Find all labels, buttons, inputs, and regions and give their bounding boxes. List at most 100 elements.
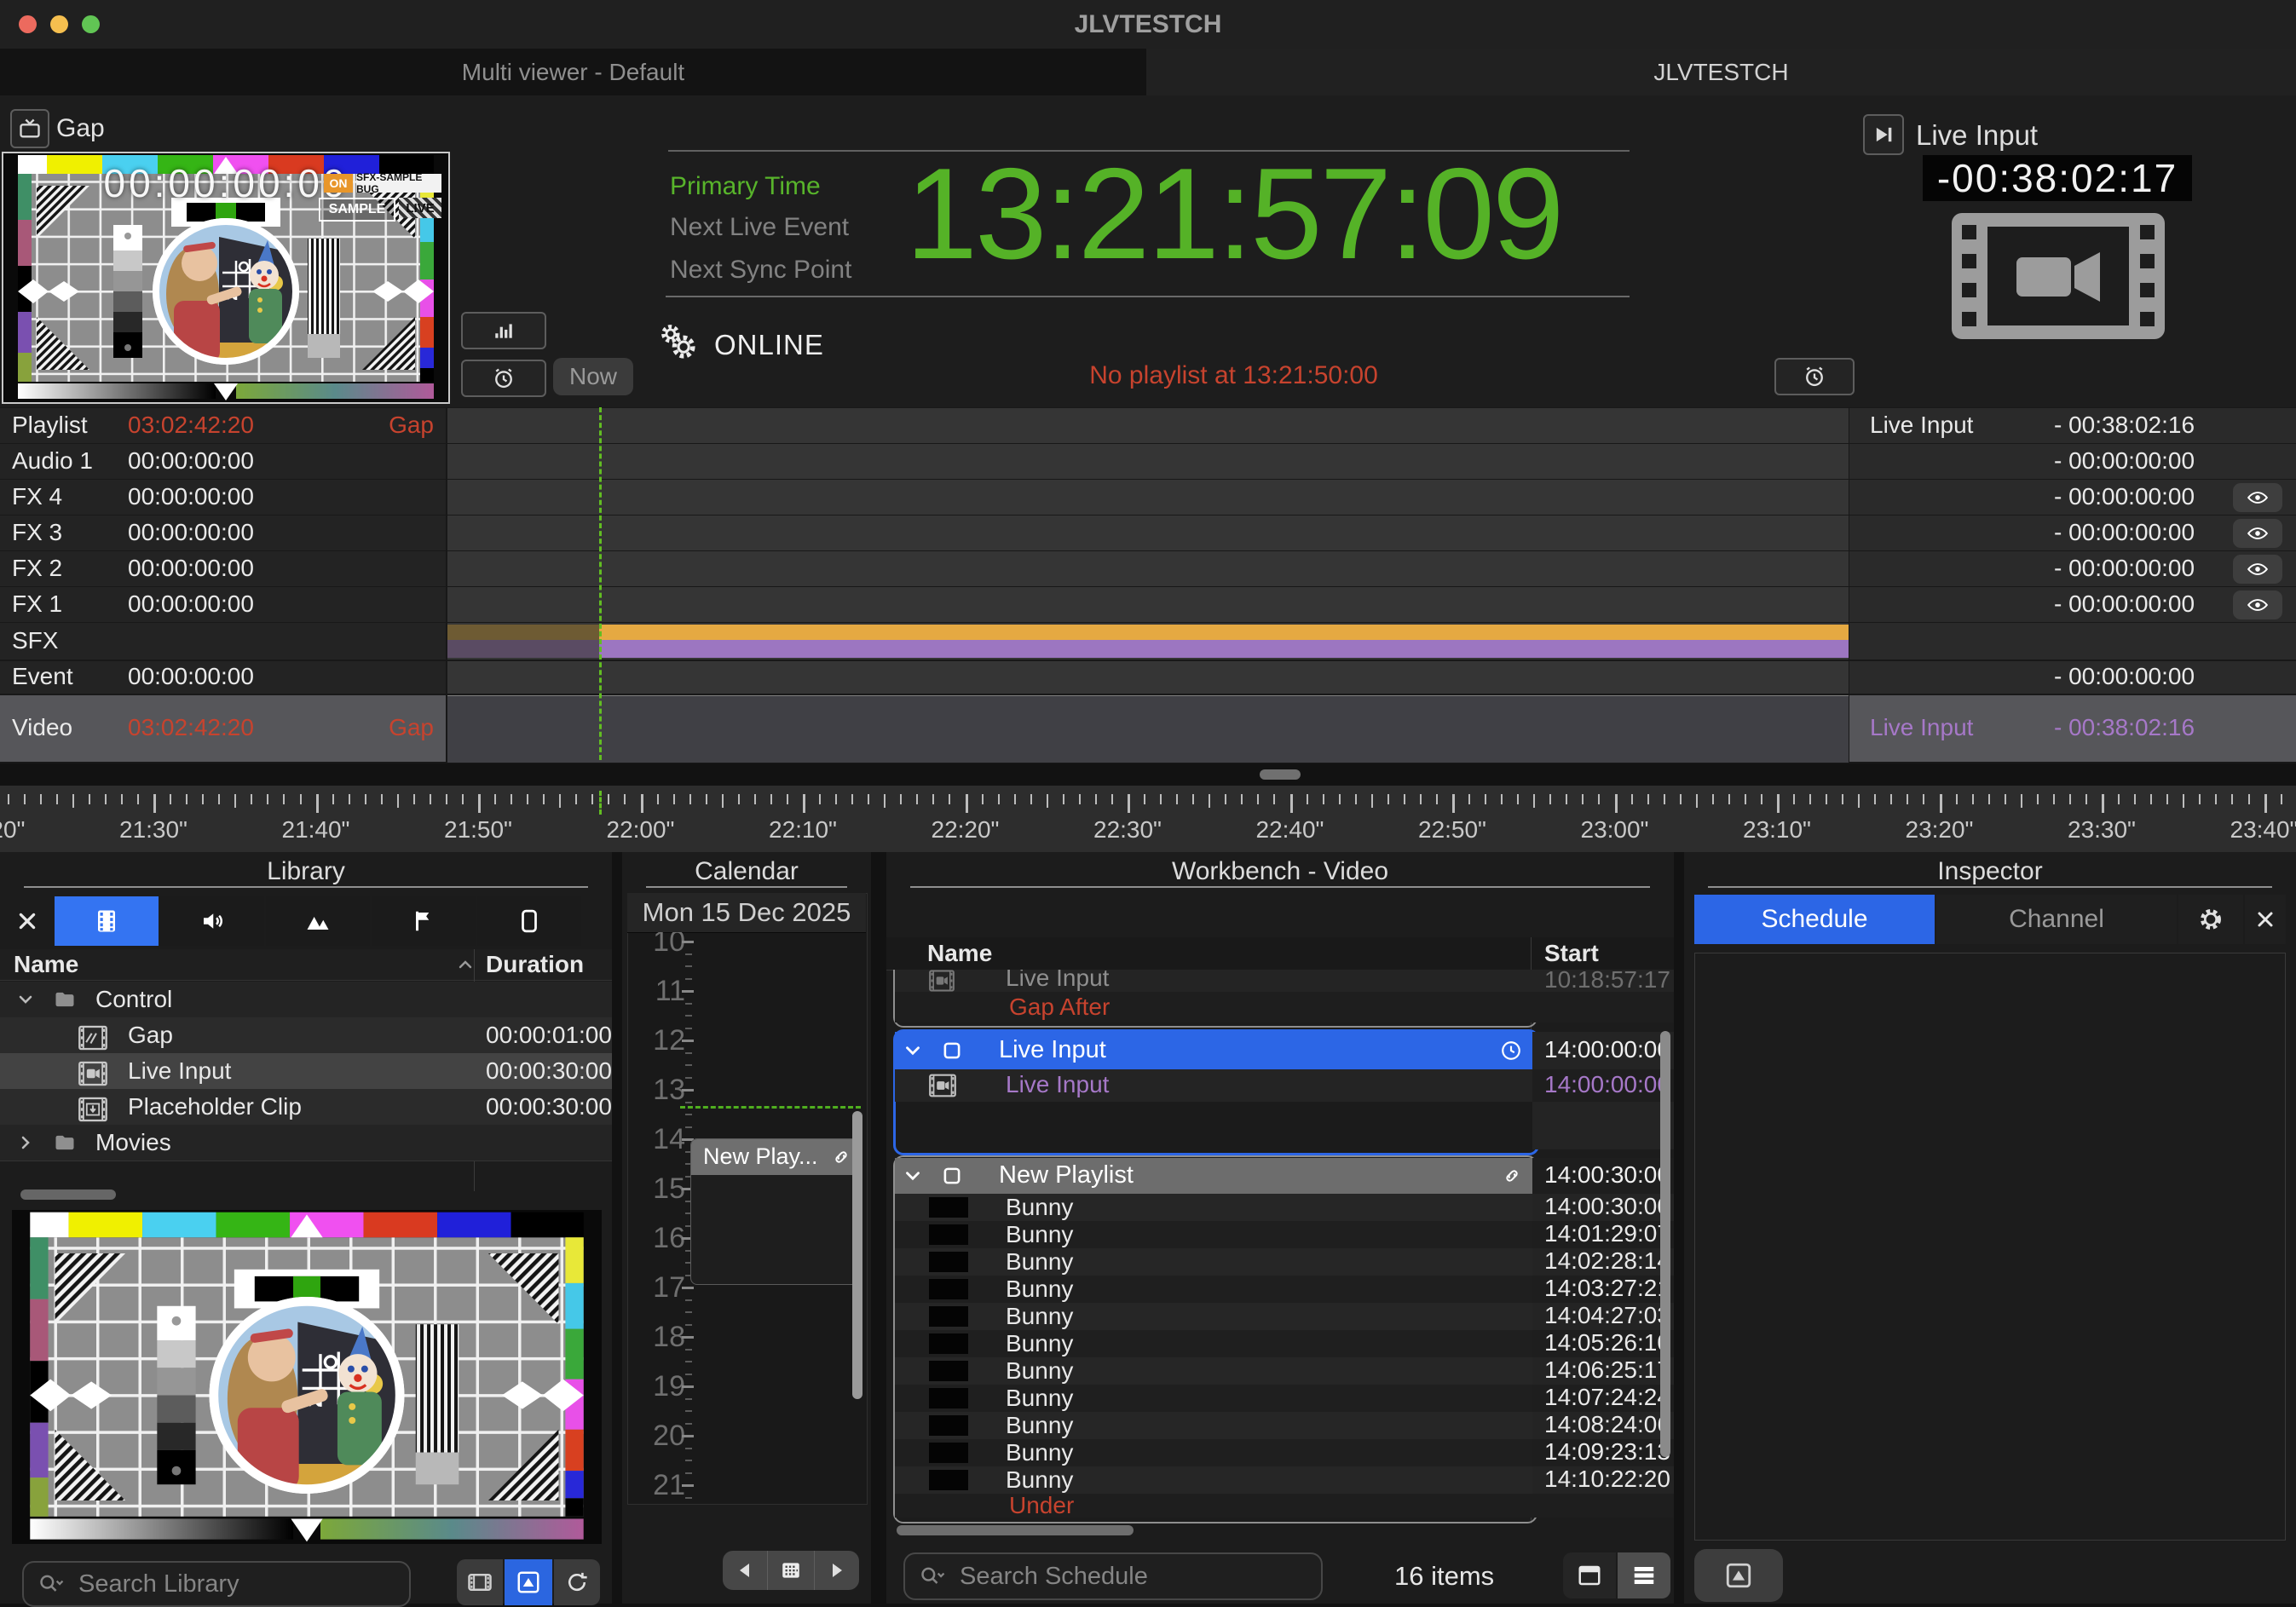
- schedule-row[interactable]: Bunny: [895, 1276, 1532, 1303]
- schedule-row[interactable]: Live Input: [895, 970, 1532, 992]
- track-timeline-cell[interactable]: [447, 551, 1849, 586]
- library-tab-audio[interactable]: [160, 896, 264, 946]
- timeline-scroll-handle[interactable]: [1260, 769, 1301, 780]
- calendar-vscrollbar[interactable]: [852, 1111, 862, 1399]
- track-value-cell[interactable]: Live Input- 00:38:02:16: [1849, 695, 2296, 762]
- live-input-mode-button[interactable]: [1863, 114, 1904, 155]
- schedule-row[interactable]: Bunny: [895, 1248, 1532, 1276]
- right-schedule-time-button[interactable]: [1774, 358, 1855, 395]
- library-tab-images[interactable]: [266, 896, 370, 946]
- track-timeline-cell[interactable]: [447, 623, 1849, 660]
- viewer-mode-button[interactable]: [10, 109, 49, 148]
- calendar-prev-day-button[interactable]: [723, 1551, 767, 1590]
- workbench-vscrollbar[interactable]: [1660, 1031, 1670, 1457]
- schedule-row[interactable]: Under: [895, 1494, 1532, 1518]
- track-timeline-cell[interactable]: [447, 516, 1849, 550]
- inspector-preview-button[interactable]: [1694, 1549, 1783, 1602]
- schedule-row[interactable]: New Playlist: [895, 1158, 1532, 1194]
- inspector-close-button[interactable]: [2245, 895, 2286, 944]
- workbench-list-header[interactable]: Name Start: [886, 937, 1674, 971]
- schedule-row[interactable]: Bunny: [895, 1385, 1532, 1412]
- schedule-row[interactable]: Bunny: [895, 1466, 1532, 1494]
- track-label-cell[interactable]: FX 100:00:00:00: [0, 587, 446, 622]
- schedule-row[interactable]: Bunny: [895, 1194, 1532, 1221]
- workbench-view-list-button[interactable]: [1618, 1552, 1670, 1598]
- library-list-header[interactable]: Name Duration: [0, 949, 612, 981]
- library-tab-devices[interactable]: [477, 896, 581, 946]
- inspector-tab-channel[interactable]: Channel: [1936, 895, 2177, 944]
- library-view-preview-button[interactable]: [505, 1559, 552, 1605]
- library-tab-video[interactable]: [55, 896, 159, 946]
- tab-multi-viewer[interactable]: Multi viewer - Default: [0, 49, 1146, 95]
- track-timeline-cell[interactable]: [447, 408, 1849, 443]
- library-refresh-button[interactable]: [554, 1559, 600, 1605]
- schedule-row[interactable]: Bunny: [895, 1221, 1532, 1248]
- track-timeline-cell[interactable]: [447, 444, 1849, 479]
- schedule-search-input[interactable]: Search Schedule: [903, 1552, 1323, 1600]
- track-label-cell[interactable]: FX 400:00:00:00: [0, 480, 446, 515]
- calendar-next-day-button[interactable]: [815, 1551, 859, 1590]
- library-clip-row[interactable]: Live Input00:00:30:00: [0, 1053, 612, 1090]
- track-value-cell[interactable]: - 00:00:00:00: [1849, 587, 2296, 622]
- track-value-cell[interactable]: - 00:00:00:00: [1849, 516, 2296, 550]
- track-timeline-cell[interactable]: [447, 587, 1849, 622]
- track-value-cell[interactable]: - 00:00:00:00: [1849, 444, 2296, 479]
- track-label-cell[interactable]: FX 300:00:00:00: [0, 516, 446, 550]
- track-timeline-cell[interactable]: [447, 661, 1849, 694]
- schedule-row[interactable]: Bunny: [895, 1439, 1532, 1466]
- track-label-cell[interactable]: Video03:02:42:20Gap: [0, 695, 446, 762]
- schedule-row[interactable]: Gap After: [895, 992, 1532, 1022]
- schedule-row[interactable]: Bunny: [895, 1412, 1532, 1439]
- track-label-cell[interactable]: SFX: [0, 623, 446, 660]
- track-visibility-button[interactable]: [2233, 483, 2282, 512]
- library-search-input[interactable]: Search Library: [22, 1561, 411, 1607]
- library-hscrollbar[interactable]: [20, 1189, 116, 1200]
- audio-levels-button[interactable]: [461, 312, 546, 349]
- workbench-hscrollbar[interactable]: [897, 1525, 1134, 1535]
- calendar-event-header[interactable]: New Play...: [691, 1139, 860, 1175]
- now-button[interactable]: Now: [553, 358, 633, 395]
- tab-channel[interactable]: JLVTESTCH: [1146, 49, 2296, 95]
- schedule-row[interactable]: Bunny: [895, 1303, 1532, 1330]
- inspector-settings-button[interactable]: [2178, 895, 2243, 944]
- workbench-column-name[interactable]: Name: [927, 940, 992, 967]
- track-label-cell[interactable]: FX 200:00:00:00: [0, 551, 446, 586]
- library-clip-row[interactable]: Gap00:00:01:00: [0, 1017, 612, 1054]
- track-visibility-button[interactable]: [2233, 519, 2282, 548]
- track-value-cell[interactable]: - 00:00:00:00: [1849, 551, 2296, 586]
- workbench-view-panel-button[interactable]: [1563, 1552, 1616, 1598]
- track-value-cell[interactable]: - 00:00:00:00: [1849, 480, 2296, 515]
- workbench-column-start[interactable]: Start: [1544, 940, 1599, 967]
- library-column-duration[interactable]: Duration: [486, 951, 584, 978]
- track-label-cell[interactable]: Event00:00:00:00: [0, 661, 446, 694]
- schedule-row[interactable]: Live Input: [895, 1069, 1532, 1102]
- library-close-button[interactable]: [5, 896, 49, 946]
- calendar-month-view-button[interactable]: [767, 1551, 815, 1590]
- program-viewer[interactable]: 00:00:00:00 ON SFX-SAMPLE BUG SAMPLE LIV…: [2, 152, 450, 404]
- track-label-cell[interactable]: Audio 100:00:00:00: [0, 444, 446, 479]
- schedule-row[interactable]: Bunny: [895, 1330, 1532, 1357]
- library-folder-row[interactable]: Control: [0, 982, 612, 1018]
- sfx-clip-bottom[interactable]: [599, 640, 1849, 658]
- track-timeline-cell[interactable]: [447, 480, 1849, 515]
- calendar-quarter-tick: [685, 1299, 692, 1301]
- track-value-cell[interactable]: - 00:00:00:00: [1849, 661, 2296, 694]
- track-value-cell[interactable]: [1849, 623, 2296, 660]
- sfx-clip-top[interactable]: [599, 625, 1849, 640]
- schedule-time-button[interactable]: [461, 360, 546, 397]
- calendar-event-block[interactable]: New Play...: [690, 1138, 861, 1285]
- inspector-tab-schedule[interactable]: Schedule: [1694, 895, 1935, 944]
- track-visibility-button[interactable]: [2233, 555, 2282, 584]
- track-timeline-cell[interactable]: [447, 695, 1849, 763]
- library-column-name[interactable]: Name: [14, 951, 78, 978]
- timeline-ruler[interactable]: 21:20"21:30"21:40"21:50"22:00"22:10"22:2…: [0, 786, 2296, 852]
- library-tab-flagged[interactable]: [372, 896, 476, 946]
- schedule-row[interactable]: Bunny: [895, 1357, 1532, 1385]
- track-visibility-button[interactable]: [2233, 590, 2282, 619]
- schedule-row[interactable]: Live Input: [895, 1032, 1532, 1069]
- library-clip-row[interactable]: Placeholder Clip00:00:30:00: [0, 1089, 612, 1126]
- track-value-cell[interactable]: Live Input- 00:38:02:16: [1849, 408, 2296, 443]
- library-view-filmstrip-button[interactable]: [457, 1559, 503, 1605]
- library-folder-row[interactable]: Movies: [0, 1125, 612, 1161]
- track-label-cell[interactable]: Playlist03:02:42:20Gap: [0, 408, 446, 443]
